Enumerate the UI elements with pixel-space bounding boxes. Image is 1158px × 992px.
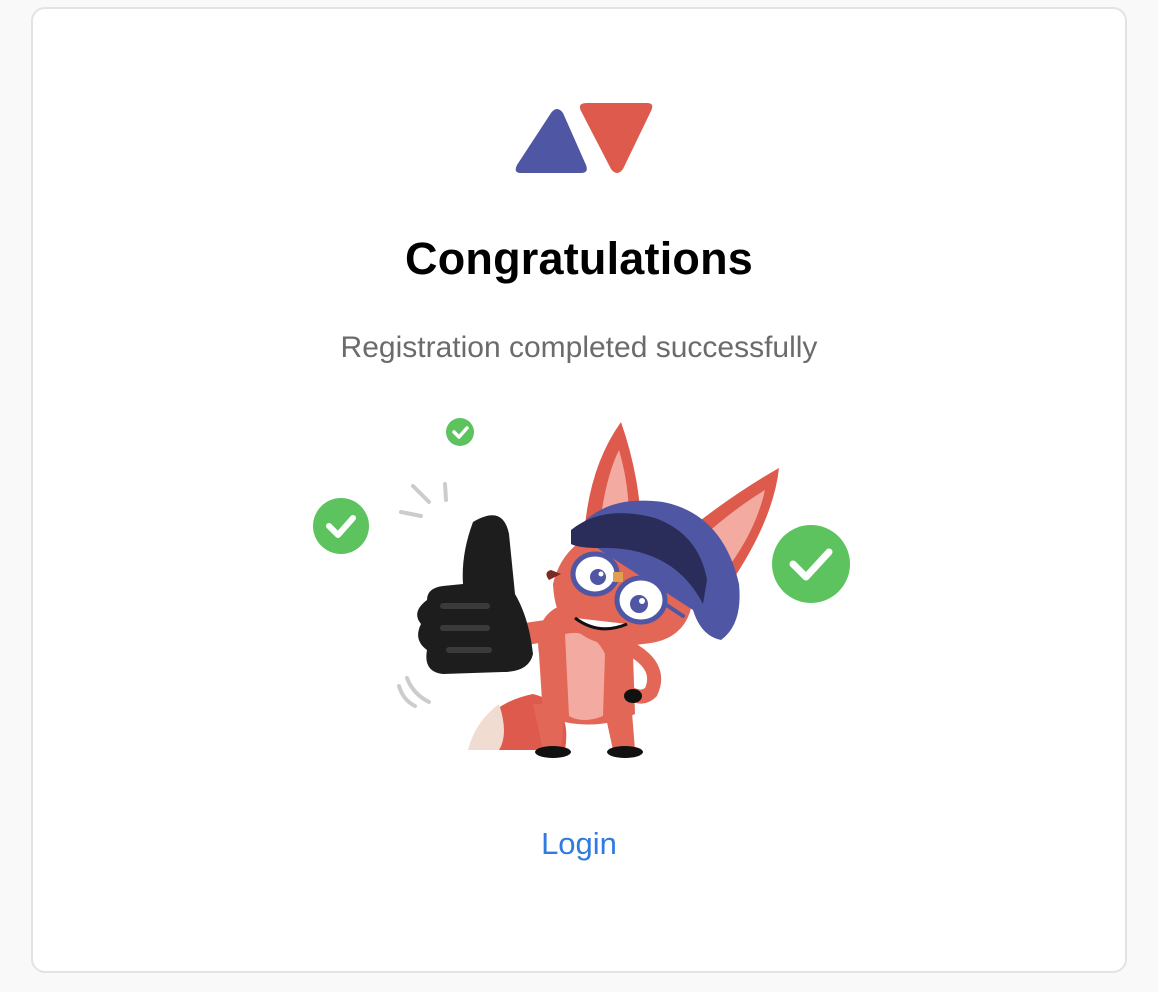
check-circle-icon — [313, 498, 369, 554]
fox-thumbs-up-illustration — [313, 418, 850, 758]
page-title: Congratulations — [405, 233, 753, 284]
thumbs-up-glove — [417, 515, 533, 674]
check-circle-icon — [772, 525, 850, 603]
brand-logo-icon — [515, 103, 653, 173]
page-subtitle: Registration completed successfully — [340, 331, 818, 364]
login-link-label[interactable]: Login — [541, 826, 617, 861]
logo-left-triangle — [515, 109, 587, 173]
logo-right-triangle — [579, 103, 653, 173]
login-link[interactable]: Login — [33, 826, 1125, 862]
registration-success-card: Congratulations Registration completed s… — [31, 7, 1127, 973]
check-circle-icon — [446, 418, 474, 446]
